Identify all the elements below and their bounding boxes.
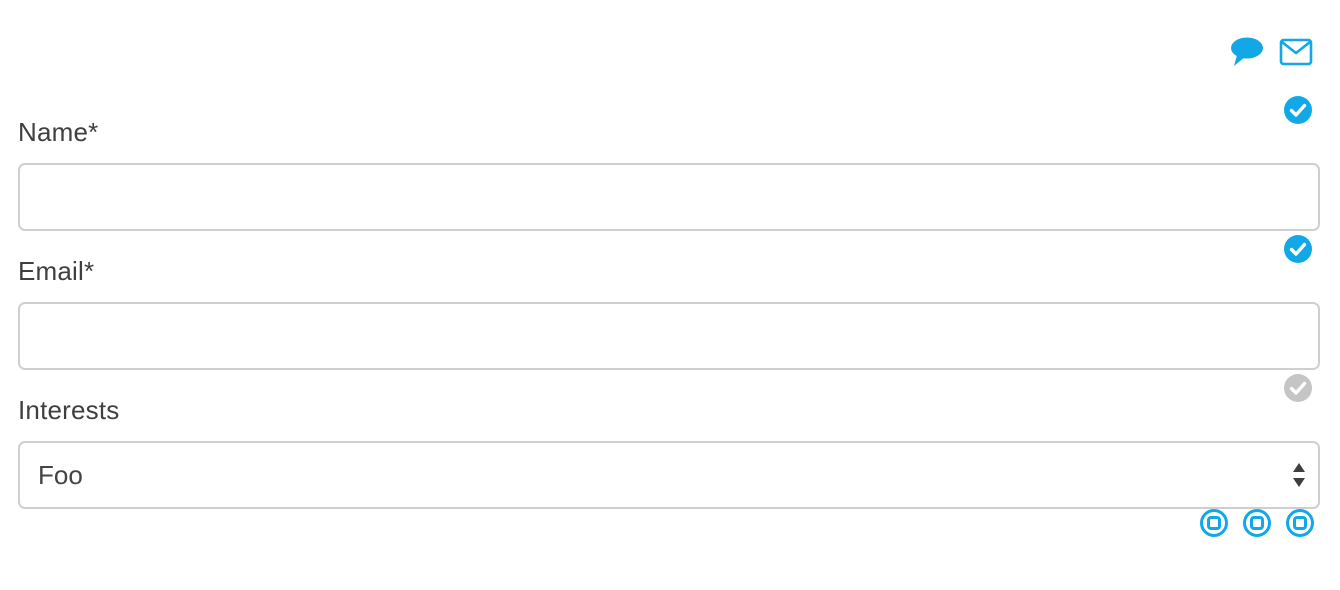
- interests-select[interactable]: Foo: [18, 441, 1320, 509]
- email-input[interactable]: [18, 302, 1320, 370]
- check-circle-icon: [1284, 96, 1312, 124]
- stop-circle-icon[interactable]: [1243, 509, 1271, 537]
- name-label: Name*: [18, 117, 99, 147]
- stop-circle-icon[interactable]: [1200, 509, 1228, 537]
- email-field-group: Email*: [18, 231, 1320, 370]
- interests-label: Interests: [18, 395, 120, 425]
- email-label: Email*: [18, 256, 95, 286]
- check-circle-icon: [1284, 235, 1312, 263]
- top-actions: [1229, 36, 1313, 68]
- name-field-group: Name*: [18, 96, 1320, 231]
- stop-circle-icon[interactable]: [1286, 509, 1314, 537]
- speech-bubble-icon[interactable]: [1229, 36, 1265, 68]
- envelope-icon[interactable]: [1279, 38, 1313, 66]
- check-circle-muted-icon: [1284, 374, 1312, 402]
- bottom-controls: [1200, 509, 1314, 537]
- signup-form: Name* Email* Interests Foo: [18, 96, 1320, 509]
- select-arrows-icon: [1292, 461, 1306, 489]
- interests-field-group: Interests Foo: [18, 370, 1320, 509]
- interests-selected-value: Foo: [38, 459, 83, 490]
- name-input[interactable]: [18, 163, 1320, 231]
